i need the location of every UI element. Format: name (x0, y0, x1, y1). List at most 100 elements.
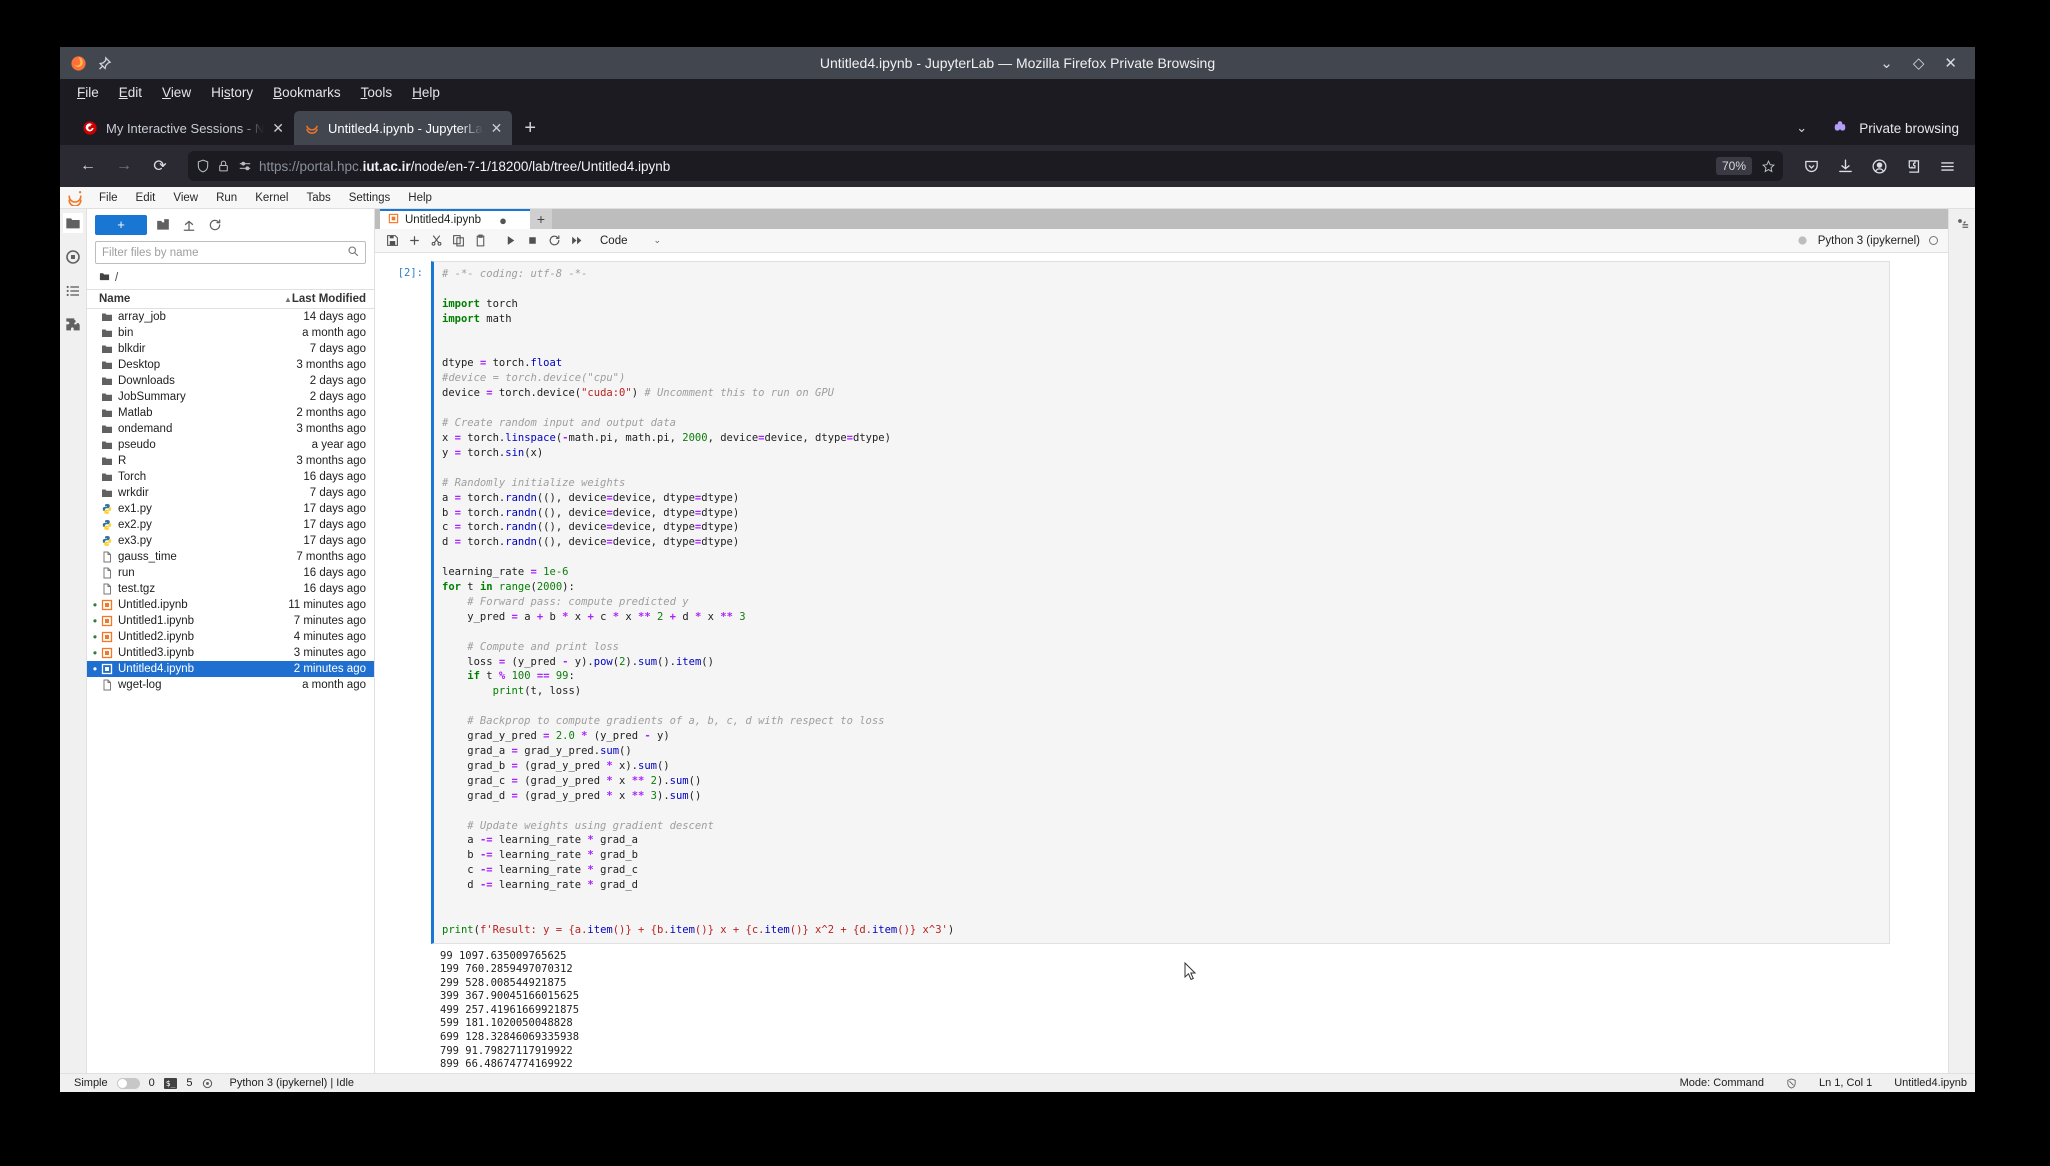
paste-icon[interactable] (469, 230, 491, 252)
refresh-icon[interactable] (205, 215, 225, 235)
save-icon[interactable] (381, 230, 403, 252)
terminals-count[interactable]: 0 (149, 1077, 155, 1089)
browser-tab-1-close-icon[interactable]: ✕ (491, 121, 503, 135)
file-list-item[interactable]: • wrkdir 7 days ago (87, 485, 374, 501)
maximize-button[interactable]: ◇ (1913, 56, 1925, 71)
file-list-item[interactable]: • ondemand 3 months ago (87, 421, 374, 437)
extensions-puzzle-icon[interactable] (63, 315, 83, 335)
menu-help[interactable]: Help (403, 82, 449, 103)
file-list-item[interactable]: • Untitled4.ipynb 2 minutes ago (87, 661, 374, 677)
minimize-button[interactable]: ⌄ (1880, 56, 1893, 71)
reload-button[interactable]: ⟳ (144, 151, 176, 181)
no-conflict-icon[interactable] (1786, 1077, 1797, 1089)
file-list-item[interactable]: • array_job 14 days ago (87, 309, 374, 325)
jupyter-menu-tabs[interactable]: Tabs (297, 190, 339, 206)
column-header-name[interactable]: Name (99, 293, 284, 305)
menu-bookmarks[interactable]: Bookmarks (264, 82, 350, 103)
cell-input-editor[interactable]: # -*- coding: utf-8 -*- import torch impo… (431, 261, 1890, 944)
file-list-item[interactable]: • Untitled3.ipynb 3 minutes ago (87, 645, 374, 661)
file-list-item[interactable]: • Untitled.ipynb 11 minutes ago (87, 597, 374, 613)
file-filter-box[interactable] (95, 241, 366, 264)
file-list-item[interactable]: • test.tgz 16 days ago (87, 581, 374, 597)
new-folder-icon[interactable] (153, 215, 173, 235)
upload-icon[interactable] (179, 215, 199, 235)
terminal-icon[interactable]: $_ (163, 1077, 178, 1089)
insert-cell-icon[interactable] (403, 230, 425, 252)
file-filter-input[interactable] (102, 246, 347, 259)
notebook-tab-untitled4[interactable]: Untitled4.ipynb ● (380, 209, 530, 229)
account-icon[interactable] (1863, 151, 1895, 181)
menu-file[interactable]: File (68, 82, 108, 103)
forward-button[interactable]: → (108, 151, 140, 181)
file-list-item[interactable]: • Untitled2.ipynb 4 minutes ago (87, 629, 374, 645)
file-list-item[interactable]: • Matlab 2 months ago (87, 405, 374, 421)
file-list-item[interactable]: • Torch 16 days ago (87, 469, 374, 485)
kernel-icon[interactable] (202, 1078, 213, 1089)
browser-tab-0-close-icon[interactable]: ✕ (272, 121, 284, 135)
copy-icon[interactable] (447, 230, 469, 252)
lock-icon[interactable] (217, 159, 231, 173)
notebook-add-tab-button[interactable]: + (530, 209, 552, 229)
column-header-modified[interactable]: Last Modified (292, 293, 366, 305)
app-menu-icon[interactable] (1931, 151, 1963, 181)
restart-icon[interactable] (543, 230, 565, 252)
file-list-item[interactable]: • run 16 days ago (87, 565, 374, 581)
list-all-tabs-icon[interactable]: ⌄ (1782, 120, 1821, 136)
file-list-item[interactable]: • pseudo a year ago (87, 437, 374, 453)
back-button[interactable]: ← (72, 151, 104, 181)
cell-type-dropdown[interactable]: Code ⌄ (593, 233, 666, 249)
breadcrumb[interactable]: / (87, 269, 374, 289)
toc-icon[interactable] (63, 281, 83, 301)
pin-tab-icon[interactable] (97, 55, 112, 71)
kernel-status-label[interactable]: Python 3 (ipykernel) | Idle (230, 1077, 355, 1089)
file-list-item[interactable]: • R 3 months ago (87, 453, 374, 469)
file-list-item[interactable]: • Untitled1.ipynb 7 minutes ago (87, 613, 374, 629)
kernel-name-label[interactable]: Python 3 (ipykernel) (1818, 235, 1920, 247)
new-launcher-button[interactable]: + (95, 215, 147, 235)
zoom-level-badge[interactable]: 70% (1715, 157, 1752, 175)
file-list-item[interactable]: • ex3.py 17 days ago (87, 533, 374, 549)
running-icon[interactable] (63, 247, 83, 267)
file-list-item[interactable]: • blkdir 7 days ago (87, 341, 374, 357)
jupyter-menu-edit[interactable]: Edit (127, 190, 165, 206)
property-inspector-icon[interactable] (1952, 213, 1972, 233)
url-text[interactable]: https://portal.hpc.iut.ac.ir/node/en-7-1… (259, 159, 1709, 174)
stop-icon[interactable] (521, 230, 543, 252)
close-button[interactable]: ✕ (1944, 56, 1957, 71)
menu-view[interactable]: View (153, 82, 200, 103)
simple-mode-toggle[interactable] (116, 1077, 140, 1089)
new-tab-button[interactable]: + (512, 111, 548, 145)
notebook-cell-0[interactable]: [2]: # -*- coding: utf-8 -*- import torc… (375, 261, 1948, 944)
jupyter-menu-file[interactable]: File (90, 190, 127, 206)
notebook-scroll-area[interactable]: [2]: # -*- coding: utf-8 -*- import torc… (375, 253, 1948, 1073)
downloads-icon[interactable] (1829, 151, 1861, 181)
file-list-item[interactable]: • wget-log a month ago (87, 677, 374, 693)
restart-run-all-icon[interactable] (565, 230, 587, 252)
jupyter-menu-kernel[interactable]: Kernel (246, 190, 297, 206)
run-icon[interactable] (499, 230, 521, 252)
permissions-icon[interactable] (238, 159, 252, 173)
menu-history[interactable]: History (202, 82, 262, 103)
notebook-mode-label[interactable]: Mode: Command (1680, 1077, 1764, 1089)
file-list-item[interactable]: • ex2.py 17 days ago (87, 517, 374, 533)
shield-icon[interactable] (196, 159, 210, 173)
cell-source-code[interactable]: # -*- coding: utf-8 -*- import torch impo… (442, 267, 1889, 938)
jupyter-menu-help[interactable]: Help (399, 190, 441, 206)
menu-edit[interactable]: Edit (110, 82, 151, 103)
extensions-icon[interactable] (1897, 151, 1929, 181)
file-list[interactable]: • array_job 14 days ago • bin a month ago • blk… (87, 309, 374, 1073)
browser-tab-1[interactable]: Untitled4.ipynb - JupyterLa ✕ (293, 111, 513, 145)
kernels-count[interactable]: 5 (186, 1077, 192, 1089)
pocket-icon[interactable] (1795, 151, 1827, 181)
notebook-dirty-indicator[interactable]: ● (499, 213, 507, 228)
kernel-status-indicator[interactable] (1929, 236, 1938, 245)
file-list-item[interactable]: • bin a month ago (87, 325, 374, 341)
menu-tools[interactable]: Tools (352, 82, 402, 103)
jupyter-menu-settings[interactable]: Settings (340, 190, 400, 206)
bookmark-star-icon[interactable] (1761, 159, 1776, 173)
file-list-item[interactable]: • Downloads 2 days ago (87, 373, 374, 389)
browser-tab-0[interactable]: My Interactive Sessions - N ✕ (72, 111, 294, 145)
folder-icon[interactable] (63, 213, 83, 233)
file-list-item[interactable]: • Desktop 3 months ago (87, 357, 374, 373)
file-list-item[interactable]: • ex1.py 17 days ago (87, 501, 374, 517)
